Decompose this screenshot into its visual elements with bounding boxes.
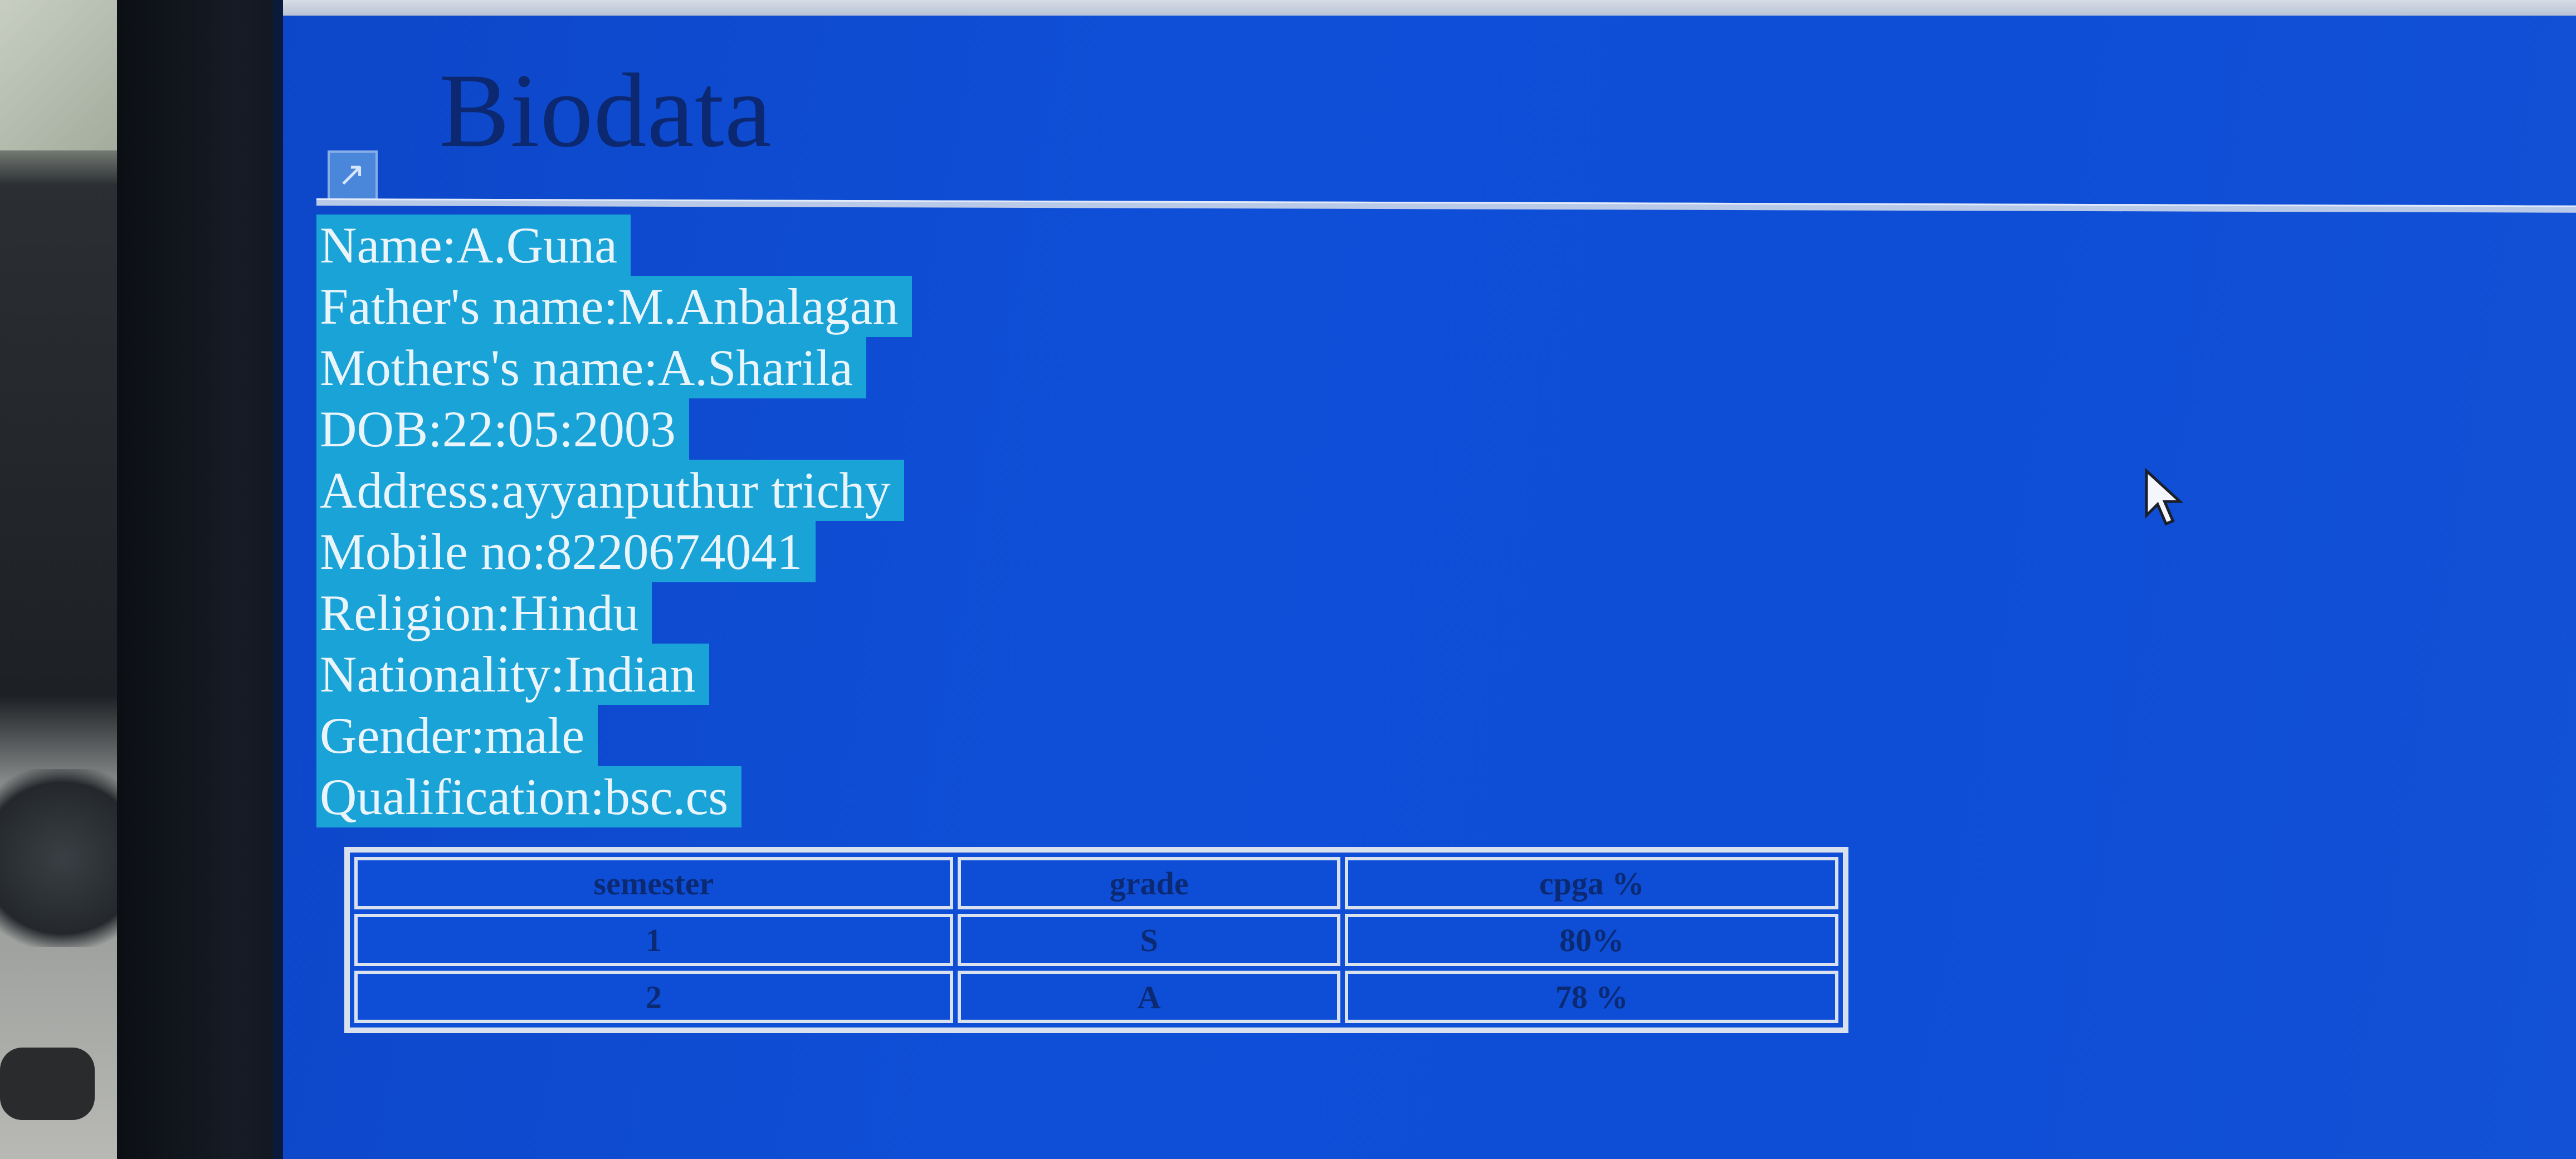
- cell-cpga: 78 %: [1345, 971, 1838, 1023]
- bio-mother-name: Mothers's name:A.Sharila: [316, 337, 866, 398]
- bio-name: Name:A.Guna: [316, 215, 631, 276]
- bio-address: Address:ayyanputhur trichy: [316, 460, 904, 521]
- grade-table: semester grade cpga % 1 S 80% 2 A 78 %: [344, 847, 1848, 1033]
- broken-image-icon[interactable]: [328, 150, 378, 201]
- table-row: 1 S 80%: [354, 914, 1838, 966]
- browser-toolbar-edge: [283, 0, 2576, 16]
- bio-dob: DOB:22:05:2003: [316, 398, 689, 460]
- browser-viewport: Biodata Name:A.Guna Father's name:M.Anba…: [273, 0, 2576, 1159]
- cell-cpga: 80%: [1345, 914, 1838, 966]
- table-row: 2 A 78 %: [354, 971, 1838, 1023]
- cell-grade: A: [957, 971, 1341, 1023]
- cell-semester: 1: [354, 914, 953, 966]
- biodata-list: Name:A.Guna Father's name:M.Anbalagan Mo…: [316, 215, 912, 827]
- bio-father-name: Father's name:M.Anbalagan: [316, 276, 912, 337]
- cell-semester: 2: [354, 971, 953, 1023]
- header-cpga: cpga %: [1345, 857, 1838, 909]
- cell-grade: S: [957, 914, 1341, 966]
- background-plug: [0, 1048, 95, 1120]
- bio-religion: Religion:Hindu: [316, 582, 652, 644]
- header-grade: grade: [957, 857, 1341, 909]
- header-semester: semester: [354, 857, 953, 909]
- table-header-row: semester grade cpga %: [354, 857, 1838, 909]
- bio-nationality: Nationality:Indian: [316, 644, 709, 705]
- horizontal-rule: [316, 198, 2576, 213]
- bio-gender: Gender:male: [316, 705, 598, 766]
- bio-mobile: Mobile no:8220674041: [316, 521, 816, 582]
- page-title: Biodata: [439, 52, 772, 169]
- bio-qualification: Qualification:bsc.cs: [316, 766, 742, 827]
- background-panel: [0, 0, 123, 150]
